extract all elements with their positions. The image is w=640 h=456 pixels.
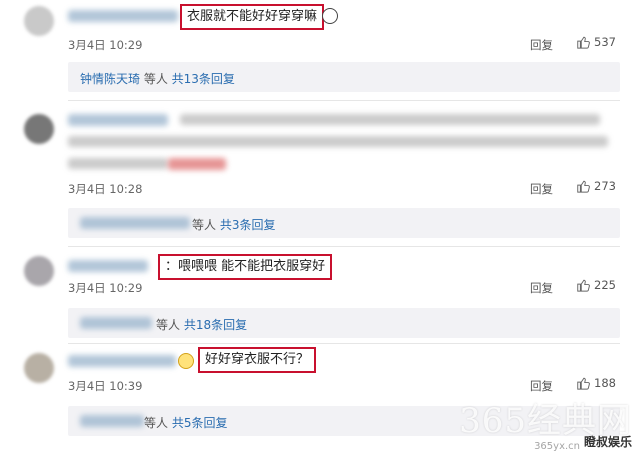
blurred-username[interactable] <box>68 260 148 272</box>
blurred-sub-reply-user[interactable] <box>80 317 152 329</box>
like-button[interactable]: 537 <box>576 35 616 49</box>
blurred-comment-text <box>68 158 168 169</box>
watermark-url: 365yx.cn <box>534 441 580 452</box>
highlighted-comment-text: 衣服就不能好好穿穿嘛 <box>180 4 325 30</box>
reply-button[interactable]: 回复 <box>530 280 553 296</box>
like-count: 225 <box>594 278 616 292</box>
sub-replies-summary[interactable]: 钟情陈天琦 等人 共13条回复 <box>80 70 235 87</box>
thumbs-up-icon <box>577 180 590 193</box>
reply-button[interactable]: 回复 <box>530 181 553 197</box>
sub-reply-user[interactable]: 钟情陈天琦 <box>80 72 140 86</box>
comment-time: 3月4日 10:29 <box>68 38 143 52</box>
sub-reply-count[interactable]: 共18条回复 <box>184 318 247 332</box>
avatar[interactable] <box>24 114 54 144</box>
thumbs-up-icon <box>577 36 590 49</box>
sub-reply-suffix: 等人 <box>156 318 184 332</box>
comment-time: 3月4日 10:39 <box>68 379 143 393</box>
like-count: 537 <box>594 35 616 49</box>
blurred-comment-text <box>68 136 608 147</box>
sub-replies-box[interactable]: 等人 共18条回复 <box>68 308 620 338</box>
highlighted-comment-text: 好好穿衣服不行？ <box>198 347 317 373</box>
comment-time: 3月4日 10:28 <box>68 182 143 196</box>
comment-2: 3月4日 10:28 回复 273 等人 共3条回复 <box>0 100 640 240</box>
thumbs-up-icon <box>577 279 590 292</box>
sub-replies-summary[interactable]: 等人 共3条回复 <box>192 216 275 233</box>
sub-reply-suffix: 等人 <box>192 218 220 232</box>
comment-time: 3月4日 10:29 <box>68 281 143 295</box>
blurred-username[interactable] <box>68 114 168 126</box>
reply-button[interactable]: 回复 <box>530 378 553 394</box>
sub-reply-count[interactable]: 共13条回复 <box>172 72 235 86</box>
blurred-username[interactable] <box>68 355 176 367</box>
sub-replies-summary[interactable]: 等人 共5条回复 <box>144 414 227 431</box>
sub-reply-count[interactable]: 共3条回复 <box>220 218 276 232</box>
blurred-comment-text <box>180 114 600 125</box>
avatar[interactable] <box>24 256 54 286</box>
emoji-icon <box>322 8 338 24</box>
like-button[interactable]: 225 <box>576 278 616 292</box>
blurred-emoji <box>168 158 226 170</box>
sub-replies-box[interactable]: 等人 共3条回复 <box>68 208 620 238</box>
thumbs-up-icon <box>577 377 590 390</box>
comment-3: ：喂喂喂 能不能把衣服穿好 3月4日 10:29 回复 225 等人 共18条回… <box>0 246 640 342</box>
like-count: 273 <box>594 179 616 193</box>
sub-replies-summary[interactable]: 等人 共18条回复 <box>156 316 247 333</box>
blurred-sub-reply-user[interactable] <box>80 217 190 229</box>
comment-1: 衣服就不能好好穿穿嘛 3月4日 10:29 回复 537 钟情陈天琦 等人 共1… <box>0 0 640 95</box>
sub-reply-count[interactable]: 共5条回复 <box>172 416 228 430</box>
like-count: 188 <box>594 376 616 390</box>
blurred-sub-reply-user[interactable] <box>80 415 144 427</box>
blurred-username[interactable] <box>68 10 178 22</box>
highlighted-comment-text: ：喂喂喂 能不能把衣服穿好 <box>158 254 333 280</box>
like-button[interactable]: 273 <box>576 179 616 193</box>
reply-button[interactable]: 回复 <box>530 37 553 53</box>
avatar[interactable] <box>24 6 54 36</box>
like-button[interactable]: 188 <box>576 376 616 390</box>
sub-replies-box[interactable]: 钟情陈天琦 等人 共13条回复 <box>68 62 620 92</box>
sub-reply-suffix: 等人 <box>144 416 172 430</box>
sub-reply-suffix: 等人 <box>140 72 172 86</box>
emoji-icon <box>178 353 194 369</box>
avatar[interactable] <box>24 353 54 383</box>
watermark-brand: 瞪叔娱乐 <box>583 435 632 449</box>
